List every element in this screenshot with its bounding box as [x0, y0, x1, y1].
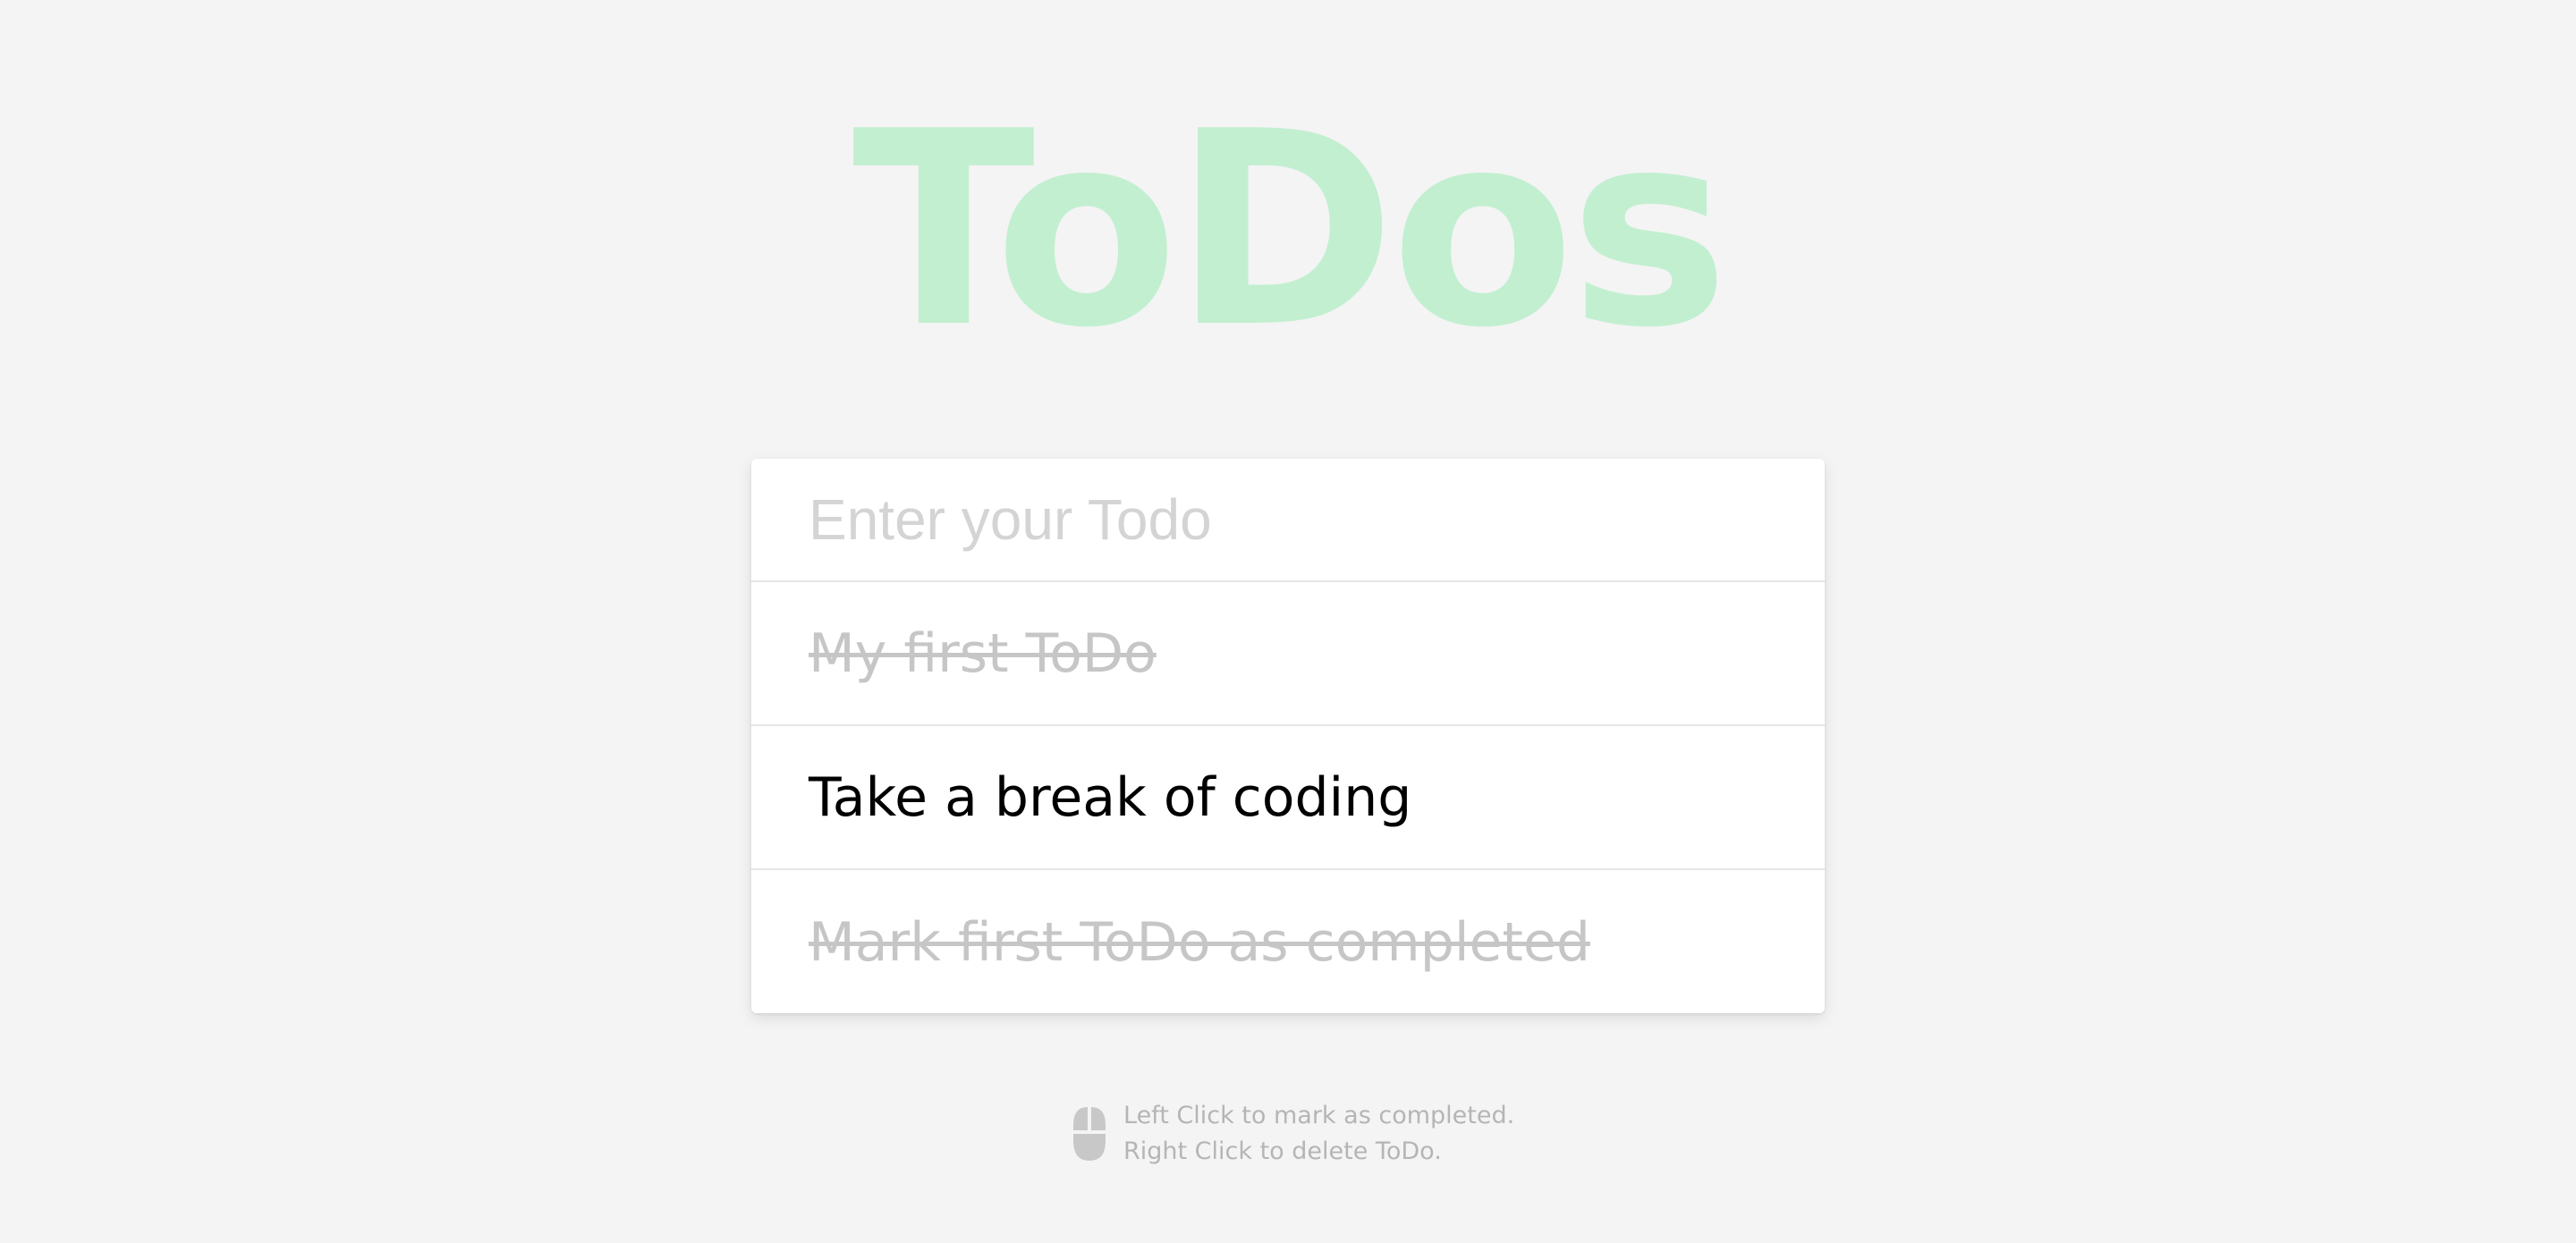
todo-item-label: Mark first ToDo as completed: [809, 910, 1590, 974]
usage-hint: Left Click to mark as completed. Right C…: [1070, 1098, 1514, 1170]
todo-card: My first ToDo Take a break of coding Mar…: [751, 459, 1825, 1013]
hint-left-click: Left Click to mark as completed.: [1123, 1102, 1515, 1129]
hint-right-click: Right Click to delete ToDo.: [1123, 1137, 1442, 1165]
todo-item-label: Take a break of coding: [809, 765, 1412, 829]
todo-item[interactable]: Mark first ToDo as completed: [751, 870, 1825, 1013]
todo-item[interactable]: My first ToDo: [751, 582, 1825, 726]
todo-item[interactable]: Take a break of coding: [751, 726, 1825, 870]
app-title: ToDos: [852, 74, 1730, 386]
mouse-icon: [1073, 1107, 1106, 1161]
todo-input[interactable]: [751, 459, 1825, 582]
hint-text: Left Click to mark as completed. Right C…: [1123, 1098, 1514, 1170]
todo-list: My first ToDo Take a break of coding Mar…: [751, 582, 1825, 1013]
todo-item-label: My first ToDo: [809, 622, 1157, 685]
